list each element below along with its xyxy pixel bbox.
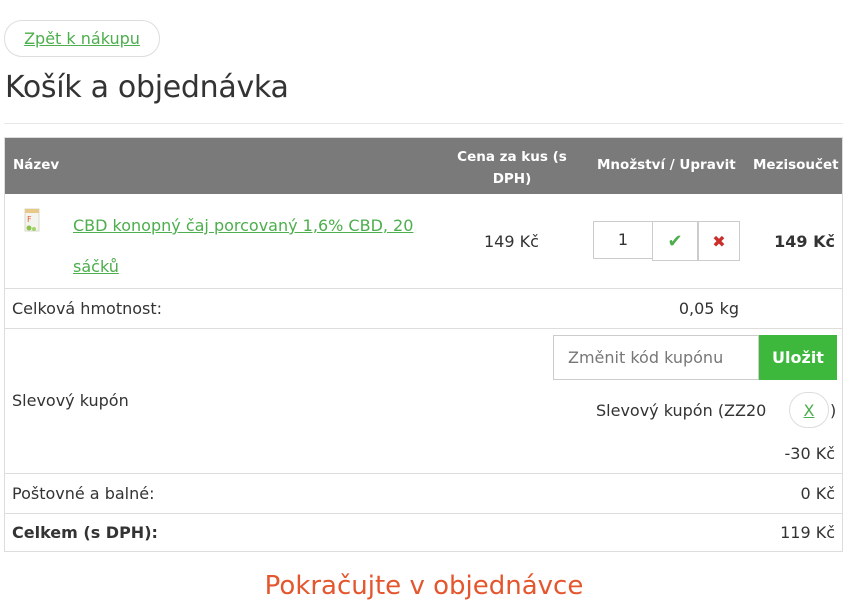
coupon-row: Slevový kupón Změnit kód kupónu Uložit S… [5,328,842,473]
remove-item-button[interactable]: ✖ [698,221,740,261]
weight-label: Celková hmotnost: [12,299,163,318]
total-value: 119 Kč [780,523,835,542]
close-icon: ✖ [712,231,726,251]
update-quantity-button[interactable]: ✔ [652,221,698,261]
svg-text:F: F [27,215,32,224]
header-subtotal: Mezisoučet [753,157,839,173]
coupon-label: Slevový kupón [12,391,129,410]
continue-order-heading: Pokračujte v objednávce [264,571,584,601]
shipping-label: Poštovné a balné: [12,484,155,503]
header-quantity: Množství / Upravit [597,157,736,173]
header-unit-price: Cena za kus (s DPH) [457,149,567,187]
shipping-value: 0 Kč [800,484,835,503]
back-to-shop-button[interactable]: Zpět k nákupu [4,20,160,57]
weight-row: Celková hmotnost: 0,05 kg [5,288,842,328]
product-thumbnail[interactable]: F [22,208,44,236]
page-title: Košík a objednávka [5,70,289,105]
shipping-row: Poštovné a balné: 0 Kč [5,473,842,513]
weight-value: 0,05 kg [678,299,739,318]
total-row: Celkem (s DPH): 119 Kč [5,513,842,551]
remove-coupon-button[interactable]: X [789,392,829,428]
title-divider [4,123,843,124]
table-row: F CBD konopný čaj porcovaný 1,6% CBD, 20… [5,194,842,288]
product-subtotal: 149 Kč [774,232,835,251]
product-name-link[interactable]: CBD konopný čaj porcovaný 1,6% CBD, 20 s… [73,205,433,287]
applied-coupon-text: Slevový kupón (ZZ20 [596,401,767,420]
cart-table: Název Cena za kus (s DPH) Množství / Upr… [4,137,843,552]
header-name: Název [13,157,60,173]
total-label: Celkem (s DPH): [12,523,158,542]
quantity-input[interactable]: 1 [593,221,653,259]
applied-coupon-close: ) [830,401,837,420]
product-unit-price: 149 Kč [484,232,539,251]
back-to-shop-label[interactable]: Zpět k nákupu [24,29,140,48]
save-coupon-button[interactable]: Uložit [759,335,837,380]
coupon-discount-value: -30 Kč [784,444,835,463]
check-icon: ✔ [667,230,683,252]
coupon-code-input[interactable]: Změnit kód kupónu [553,335,759,380]
table-header: Název Cena za kus (s DPH) Množství / Upr… [5,138,842,194]
